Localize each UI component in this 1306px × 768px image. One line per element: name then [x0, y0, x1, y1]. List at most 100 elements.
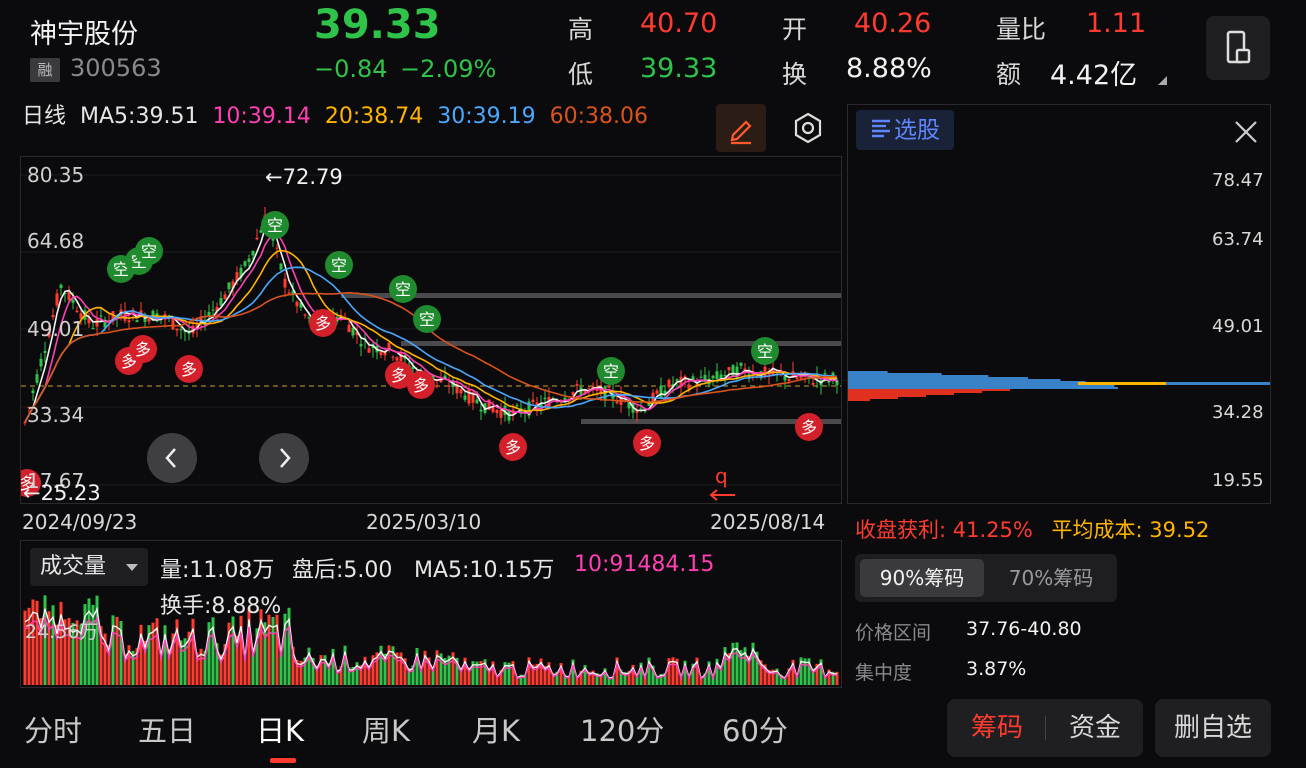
candle-body	[287, 292, 291, 294]
landscape-toggle-button[interactable]	[1206, 16, 1270, 80]
tab-monthly-k[interactable]: 月K	[472, 708, 520, 750]
tab-60min[interactable]: 60分	[722, 708, 788, 750]
candle-body	[219, 298, 223, 306]
return-latest-icon[interactable]: q	[707, 467, 741, 501]
chip-bar	[848, 385, 1115, 387]
chip-distribution-panel[interactable]	[847, 104, 1271, 504]
chip-current-line	[848, 382, 1270, 385]
open-value: 40.26	[854, 8, 932, 39]
candle-body	[207, 311, 211, 316]
candle-body	[43, 351, 47, 353]
chip-price-label-3: 49.01	[1212, 316, 1264, 337]
draw-tool-button[interactable]	[716, 104, 766, 152]
chip-price-label-2: 63.74	[1212, 229, 1264, 250]
candle-body	[575, 384, 579, 386]
candle-body	[367, 348, 371, 353]
date-label-end: 2025/08/14	[710, 510, 826, 534]
candle-body	[463, 395, 467, 400]
candle-body	[95, 319, 99, 327]
chip-bar	[848, 371, 888, 373]
candle-body	[227, 282, 231, 290]
chip-distribution-svg	[848, 371, 1270, 401]
scroll-right-button[interactable]	[259, 433, 309, 483]
chart-settings-button[interactable]	[788, 108, 828, 148]
candle-body	[607, 386, 611, 388]
candle-body	[699, 376, 703, 378]
candle-body	[179, 329, 183, 331]
scroll-left-button[interactable]	[147, 433, 197, 483]
funds-button[interactable]: 资金	[1046, 699, 1144, 757]
volume-axis-label: 24.56万	[25, 621, 99, 643]
kline-svg: 空空空空空空空空空多多多多多多多 多多多	[21, 174, 841, 497]
vol-ratio-value: 1.11	[1086, 8, 1147, 39]
chip-bar	[848, 391, 982, 393]
short-signal-text: 空	[419, 310, 435, 329]
chip-price-label-5: 19.55	[1212, 470, 1264, 491]
candle-body	[787, 379, 791, 381]
dropdown-caret-icon	[126, 564, 138, 571]
remove-watchlist-button[interactable]: 删自选	[1155, 699, 1271, 757]
stock-picker-tag[interactable]: 选股	[856, 110, 954, 150]
candle-body	[99, 315, 103, 317]
chip-price-label-1: 78.47	[1212, 170, 1264, 191]
tab-weekly-k[interactable]: 周K	[362, 708, 410, 750]
candle-body	[359, 343, 363, 347]
candle-body	[639, 408, 643, 410]
candle-body	[515, 405, 519, 407]
candle-body	[395, 357, 399, 361]
stock-picker-label: 选股	[894, 117, 940, 144]
candle-body	[543, 397, 547, 400]
ma10-value: 10:39.14	[212, 104, 311, 129]
candle-body	[531, 399, 535, 402]
chip-bar	[848, 397, 898, 399]
candle-body	[279, 263, 283, 270]
stock-code: 300563	[70, 54, 162, 82]
chip-bar	[848, 387, 1118, 389]
candle-body	[731, 365, 735, 378]
high-label: 高	[568, 15, 594, 44]
short-signal-text: 空	[267, 216, 283, 235]
indicator-select[interactable]: 成交量	[30, 548, 148, 586]
kline-chart[interactable]: 空空空空空空空空空多多多多多多多多多多 80.35 64.68 49.01 33…	[20, 156, 842, 505]
candle-body	[31, 390, 35, 394]
after-hours-value: 盘后:5.00	[292, 558, 393, 583]
candle-body	[703, 374, 707, 381]
candle-body	[715, 371, 719, 379]
candle-body	[475, 399, 479, 404]
ma5-value: MA5:39.51	[80, 104, 199, 129]
candle-body	[379, 351, 383, 356]
tab-90-chips[interactable]: 90%筹码	[860, 559, 984, 597]
tab-daily-k[interactable]: 日K	[256, 708, 304, 750]
y-label-top: 80.35	[27, 163, 85, 187]
stock-name: 神宇股份	[30, 19, 138, 50]
margin-badge: 融	[30, 58, 60, 82]
tab-five-day[interactable]: 五日	[138, 708, 196, 750]
tab-intraday[interactable]: 分时	[24, 708, 82, 750]
close-panel-button[interactable]	[1232, 118, 1260, 146]
candle-body	[739, 362, 743, 366]
tab-120min[interactable]: 120分	[580, 708, 664, 750]
candle-body	[723, 375, 727, 377]
candle-body	[479, 409, 483, 412]
candle-body	[499, 409, 503, 418]
period-label[interactable]: 日线	[22, 104, 66, 129]
active-tab-indicator	[270, 758, 296, 763]
candle-body	[675, 379, 679, 381]
chips-button[interactable]: 筹码	[950, 699, 1044, 757]
candle-body	[795, 377, 799, 380]
indicator-select-label: 成交量	[40, 554, 107, 579]
short-signal-text: 空	[331, 256, 347, 275]
candle-body	[135, 320, 139, 323]
vol-ma10-value: 10:91484.15	[574, 552, 715, 577]
avg-cost-value: 39.52	[1149, 518, 1210, 542]
candle-body	[255, 237, 259, 240]
vol-ratio-label: 量比	[996, 15, 1047, 44]
ma30-value: 30:39.19	[437, 104, 536, 129]
candle-body	[491, 407, 495, 413]
candle-body	[447, 385, 451, 387]
long-signal-text: 多	[391, 366, 407, 385]
close-icon	[1235, 121, 1257, 143]
tab-70-chips[interactable]: 70%筹码	[992, 559, 1110, 597]
ma60-value: 60:38.06	[549, 104, 648, 129]
y-label-4: 33.34	[27, 403, 85, 427]
